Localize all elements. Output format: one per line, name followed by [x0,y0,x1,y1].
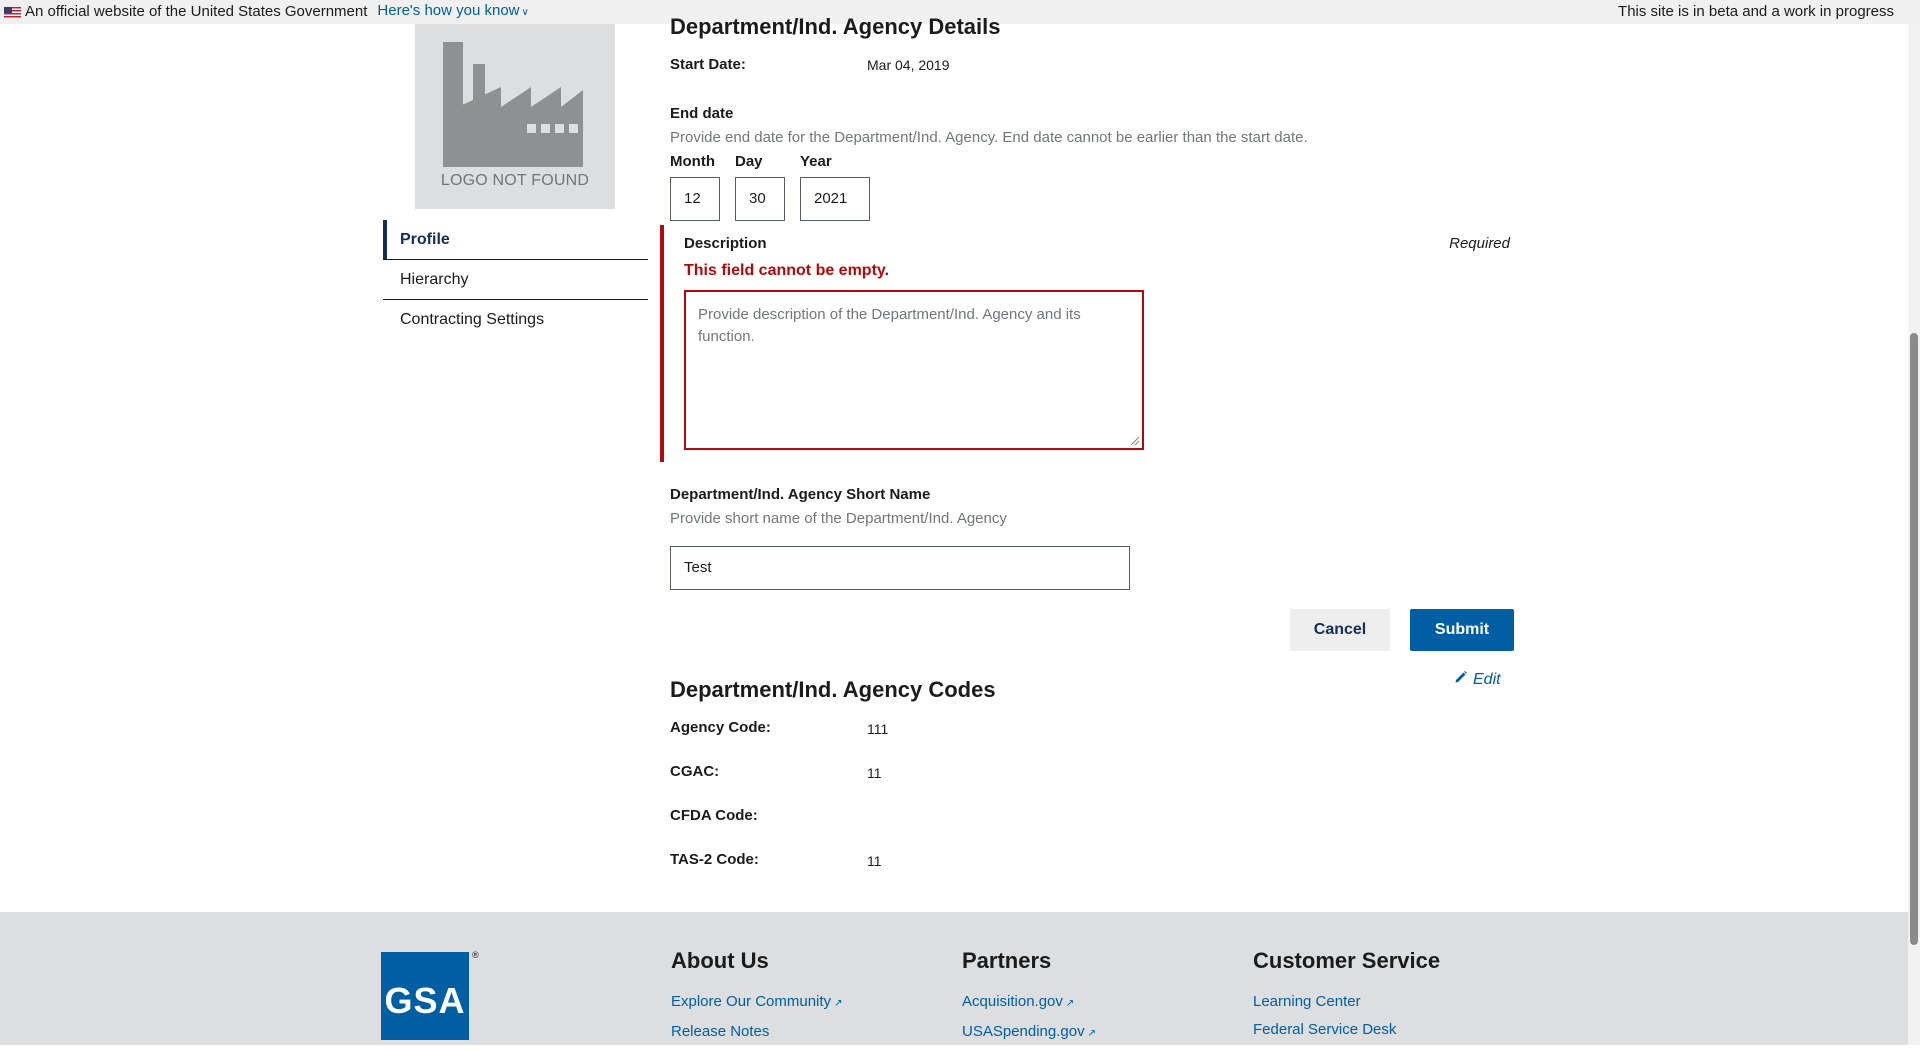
edit-label: Edit [1473,670,1501,688]
factory-icon [443,42,583,167]
description-field-group: Description Required This field cannot b… [660,225,1510,462]
agency-code-label: Agency Code: [670,719,771,736]
usaspending-gov-link[interactable]: USASpending.gov ↗ [962,1018,1096,1048]
start-date-value: Mar 04, 2019 [867,57,950,73]
explore-community-link[interactable]: Explore Our Community ↗ [671,988,842,1018]
month-input[interactable]: 12 [670,177,720,221]
resize-handle-icon[interactable] [1131,437,1139,445]
short-name-hint: Provide short name of the Department/Ind… [670,510,1007,527]
codes-heading: Department/Ind. Agency Codes [670,677,996,702]
chevron-down-icon: ∨ [521,7,529,18]
cfda-code-label: CFDA Code: [670,807,758,824]
agency-code-value: 111 [867,721,889,737]
footer-title-about: About Us [671,948,769,973]
edit-codes-link[interactable]: Edit [1454,670,1501,689]
description-placeholder: Provide description of the Department/In… [698,306,1081,345]
external-link-icon: ↗ [1065,998,1075,1009]
day-input[interactable]: 30 [735,177,785,221]
start-date-label: Start Date: [670,56,746,73]
short-name-label: Department/Ind. Agency Short Name [670,486,931,503]
explore-community-label: Explore Our Community [671,993,832,1010]
gsa-logo[interactable]: GSA [381,952,469,1040]
how-you-know-label: Here's how you know [377,2,520,19]
cgac-value: 11 [867,765,882,781]
footer-column-customer-service: Customer Service Learning Center Federal… [1253,946,1440,1044]
details-heading: Department/Ind. Agency Details [670,14,1001,39]
how-you-know-link[interactable]: Here's how you know ∨ [377,0,528,25]
cancel-button[interactable]: Cancel [1290,609,1390,651]
agency-logo-placeholder: LOGO NOT FOUND [415,24,615,209]
learning-center-link[interactable]: Learning Center [1253,988,1440,1016]
description-error-message: This field cannot be empty. [684,262,890,279]
pencil-icon [1454,670,1468,689]
external-link-icon: ↗ [834,998,843,1009]
day-label: Day [735,153,763,170]
short-name-input[interactable]: Test [670,546,1130,590]
usaspending-gov-label: USASpending.gov [962,1023,1085,1040]
sidebar-item-profile[interactable]: Profile [383,220,648,260]
month-label: Month [670,153,715,170]
footer-title-partners: Partners [962,948,1052,973]
acquisition-gov-link[interactable]: Acquisition.gov ↗ [962,988,1096,1018]
scrollbar-thumb[interactable] [1910,333,1918,945]
release-notes-link[interactable]: Release Notes [671,1018,842,1046]
official-site-text: An official website of the United States… [25,3,368,20]
year-input[interactable]: 2021 [800,177,870,221]
sidebar-item-hierarchy[interactable]: Hierarchy [383,260,648,300]
acquisition-gov-label: Acquisition.gov [962,993,1063,1010]
required-indicator: Required [1449,235,1510,252]
beta-notice: This site is in beta and a work in progr… [1618,3,1894,20]
sidebar-item-contracting-settings[interactable]: Contracting Settings [383,300,648,340]
site-footer: GSA ® About Us Explore Our Community ↗ Re… [0,912,1908,1045]
federal-service-desk-link[interactable]: Federal Service Desk [1253,1016,1440,1044]
us-flag-icon [4,6,21,18]
registered-mark: ® [472,950,479,960]
footer-title-customer-service: Customer Service [1253,948,1441,973]
description-label: Description [684,235,767,252]
external-link-icon: ↗ [1087,1028,1096,1039]
page-scrollbar[interactable] [1908,24,1920,1045]
footer-column-about: About Us Explore Our Community ↗ Release … [671,946,842,1046]
logo-not-found-caption: LOGO NOT FOUND [440,172,590,189]
description-textarea[interactable]: Provide description of the Department/In… [684,290,1144,450]
cgac-label: CGAC: [670,763,720,780]
year-label: Year [800,153,832,170]
end-date-hint: Provide end date for the Department/Ind.… [670,129,1308,146]
tas2-code-label: TAS-2 Code: [670,851,759,868]
tas2-code-value: 11 [867,853,882,869]
end-date-label: End date [670,105,734,122]
side-navigation: Profile Hierarchy Contracting Settings [383,220,648,340]
footer-column-partners: Partners Acquisition.gov ↗ USASpending.go… [962,946,1096,1048]
submit-button[interactable]: Submit [1410,609,1514,651]
